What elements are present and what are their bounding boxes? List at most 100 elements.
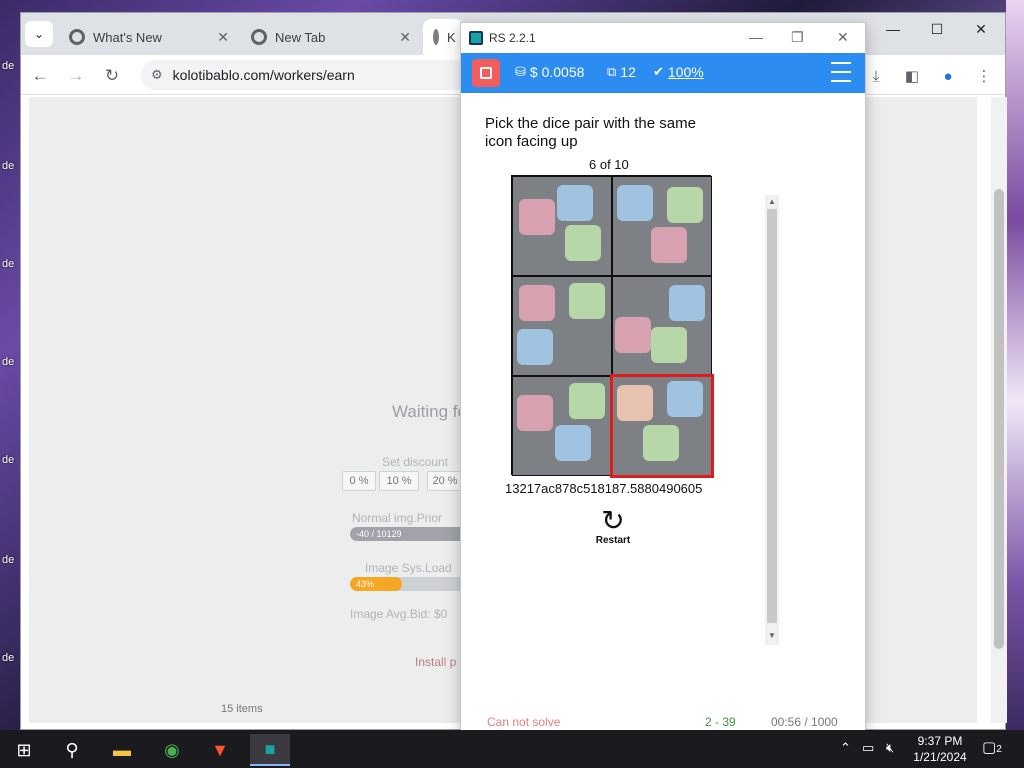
scroll-down-icon[interactable]: ▼: [768, 631, 776, 640]
file-explorer-button[interactable]: ▬: [102, 734, 142, 766]
sys-load-meter: 43%: [350, 577, 470, 591]
close-window-button[interactable]: ✕: [959, 13, 1003, 45]
sys-load-label: Image Sys.Load: [365, 561, 452, 575]
profile-button[interactable]: ●: [935, 63, 961, 89]
rs-app-icon: ■: [264, 738, 276, 759]
balance-value: $ 0.0058: [529, 64, 585, 80]
restart-label: Restart: [595, 535, 631, 546]
scrollbar-thumb[interactable]: [994, 189, 1004, 649]
kolotibablo-icon: [433, 29, 439, 45]
tray-overflow-icon[interactable]: ⌃: [840, 740, 851, 756]
minimize-button[interactable]: —: [871, 13, 915, 45]
desktop-background-right: [1006, 0, 1024, 730]
captcha-panel: Pick the dice pair with the same icon fa…: [475, 115, 779, 645]
rs-extension-popup: RS 2.2.1 — ❐ ✕ ⛁ $ 0.0058 ⧉ 12 ✔ 100% Pi…: [460, 22, 866, 732]
scroll-up-icon[interactable]: ▲: [768, 197, 776, 206]
rs-taskbar-button[interactable]: ■: [250, 734, 290, 766]
restart-button[interactable]: ↻ Restart: [593, 507, 633, 547]
sys-load-value: 43%: [350, 577, 402, 591]
rate-value: 100%: [667, 64, 704, 80]
tab-whats-new[interactable]: What's New ✕: [59, 19, 239, 55]
popup-scrollbar-thumb[interactable]: [767, 209, 777, 623]
count-value: 12: [620, 64, 636, 80]
menu-button[interactable]: ⋮: [971, 63, 997, 89]
image-stack-icon: ⧉: [607, 64, 617, 79]
popup-header-bar: ⛁ $ 0.0058 ⧉ 12 ✔ 100%: [461, 53, 865, 93]
hamburger-menu-button[interactable]: [831, 62, 851, 82]
search-icon: ⚲: [65, 739, 79, 760]
page-scrollbar[interactable]: [991, 97, 1007, 723]
footer-time: 00:56 / 1000: [771, 715, 838, 729]
maximize-button[interactable]: ☐: [915, 13, 959, 45]
network-icon[interactable]: ▭: [862, 740, 874, 756]
chevron-down-icon: ⌄: [33, 27, 45, 41]
popup-minimize-button[interactable]: —: [749, 29, 763, 45]
side-panel-button[interactable]: ◧: [899, 63, 925, 89]
downloads-button[interactable]: ⤓: [863, 63, 889, 89]
discount-20-button[interactable]: 20 %: [427, 471, 463, 491]
brave-taskbar-button[interactable]: ▼: [200, 734, 240, 766]
popup-close-button[interactable]: ✕: [837, 29, 849, 46]
dice-option-2[interactable]: [612, 176, 712, 276]
captcha-hash: 13217ac878c518187.5880490605: [505, 481, 703, 496]
normal-img-priority-label: Normal img.Prior: [352, 511, 443, 525]
address-bar[interactable]: ⚙ kolotibablo.com/workers/earn: [141, 60, 471, 90]
popup-scrollbar[interactable]: ▲ ▼: [765, 195, 779, 645]
tab-new-tab[interactable]: New Tab ✕: [241, 19, 421, 55]
desktop-icon[interactable]: de: [2, 454, 20, 466]
stop-icon: [480, 67, 492, 79]
url-text: kolotibablo.com/workers/earn: [172, 67, 355, 83]
desktop-icon[interactable]: de: [2, 258, 20, 270]
forward-button[interactable]: →: [63, 63, 89, 89]
back-button[interactable]: ←: [27, 63, 53, 89]
desktop-icon[interactable]: de: [2, 652, 20, 664]
clock-date: 1/21/2024: [913, 750, 967, 764]
discount-0-button[interactable]: 0 %: [342, 471, 376, 491]
taskbar: ⊞ ⚲ ▬ ◉ ▼ ■ ⌃ ▭ 🔇︎ 9:37 PM 1/21/2024 ▢2: [0, 730, 1024, 768]
captcha-progress: 6 of 10: [589, 157, 629, 172]
install-link[interactable]: Install p: [415, 655, 456, 669]
desktop-icon[interactable]: de: [2, 356, 20, 368]
chrome-icon: ◉: [164, 739, 180, 760]
reload-button[interactable]: ↻: [99, 63, 125, 89]
footer-count: 2 - 39: [705, 715, 736, 729]
success-rate[interactable]: ✔ 100%: [653, 64, 704, 80]
side-panel-icon: ◧: [904, 68, 920, 85]
download-icon: ⤓: [872, 67, 880, 85]
system-clock[interactable]: 9:37 PM 1/21/2024: [908, 733, 972, 765]
start-button[interactable]: ⊞: [4, 734, 44, 766]
clock-time: 9:37 PM: [917, 734, 963, 748]
notification-center-button[interactable]: ▢2: [982, 738, 1002, 756]
tab-kolotibablo[interactable]: K: [423, 19, 463, 55]
volume-muted-icon[interactable]: 🔇︎: [886, 740, 894, 756]
search-button[interactable]: ⚲: [52, 734, 92, 766]
avatar-icon: ●: [943, 67, 953, 85]
popup-title: RS 2.2.1: [489, 31, 536, 45]
desktop-icon[interactable]: de: [2, 60, 20, 72]
maximize-icon: ☐: [930, 20, 944, 37]
waiting-text: Waiting fo: [392, 402, 467, 421]
tab-search-dropdown[interactable]: ⌄: [25, 21, 53, 47]
close-tab-icon[interactable]: ✕: [217, 29, 229, 46]
site-info-icon[interactable]: ⚙: [151, 67, 163, 83]
desktop-icon[interactable]: de: [2, 554, 20, 566]
discount-10-button[interactable]: 10 %: [379, 471, 419, 491]
reload-icon: ↻: [104, 66, 120, 85]
popup-maximize-button[interactable]: ❐: [791, 29, 804, 46]
stop-button[interactable]: [472, 59, 500, 87]
cant-solve-button[interactable]: Can not solve: [487, 715, 560, 729]
desktop-icon[interactable]: de: [2, 160, 20, 172]
dice-option-1[interactable]: [512, 176, 612, 276]
popup-footer: Can not solve 2 - 39 00:56 / 1000: [461, 713, 865, 731]
dice-option-4[interactable]: [612, 276, 712, 376]
balance: ⛁ $ 0.0058: [515, 64, 584, 80]
tab-label: K: [447, 29, 456, 45]
close-tab-icon[interactable]: ✕: [399, 29, 411, 46]
menu-line: [831, 80, 851, 82]
kebab-menu-icon: ⋮: [976, 68, 992, 85]
dice-grid: [511, 175, 714, 478]
dice-option-6-selected[interactable]: [610, 374, 714, 478]
dice-option-5[interactable]: [512, 376, 612, 476]
dice-option-3[interactable]: [512, 276, 612, 376]
chrome-taskbar-button[interactable]: ◉: [152, 734, 192, 766]
